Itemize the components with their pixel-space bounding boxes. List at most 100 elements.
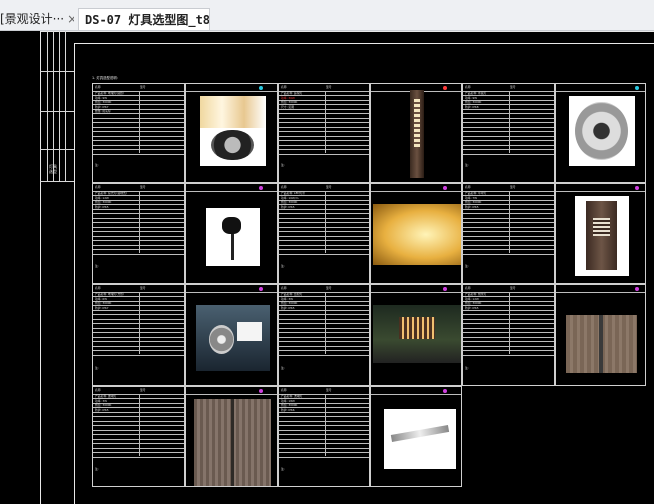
- table-row-rule: [93, 113, 184, 114]
- status-dot-icon: [259, 287, 263, 291]
- table-row-rule: [463, 153, 554, 155]
- table-header-cell: 名称: [465, 286, 471, 290]
- table-cell: 产品名称: 洗墙灯: [281, 394, 303, 398]
- table-row-rule: [93, 222, 184, 223]
- table-header-cell: 名称: [95, 185, 101, 189]
- table-row-rule: [279, 318, 369, 320]
- photo-panel: [555, 284, 646, 386]
- spot-light-photo: [205, 208, 260, 266]
- table-row-rule: [93, 438, 184, 440]
- table-row-rule: [279, 443, 369, 444]
- status-dot-icon: [443, 287, 447, 291]
- table-row-rule: [279, 117, 369, 119]
- table-cell: 色温: 3000K: [465, 200, 482, 204]
- table-row-rule: [279, 153, 369, 155]
- table-row-rule: [279, 131, 369, 132]
- table-row-rule: [93, 332, 184, 333]
- table-row-rule: [279, 217, 369, 219]
- table-row-rule: [279, 438, 369, 440]
- table-cell: 色温: 3000K: [95, 100, 112, 104]
- table-header-cell: 名称: [281, 286, 287, 290]
- table-row-rule: [279, 240, 369, 241]
- table-cell: 防护: IP65: [465, 204, 479, 209]
- table-row-rule: [93, 135, 184, 137]
- table-cell: 防护: IP65: [95, 407, 109, 412]
- table-header-cell: 名称: [465, 85, 471, 89]
- table-row-rule: [463, 309, 554, 311]
- table-row-rule: [93, 345, 184, 347]
- photo-header-rule: [186, 191, 277, 192]
- table-row-rule: [279, 149, 369, 150]
- table-row-rule: [463, 213, 554, 214]
- table-note: 注:: [465, 366, 469, 370]
- tab-ds07-active[interactable]: DS-07 灯具选型图_t8×: [78, 8, 210, 30]
- status-dot-icon: [443, 86, 447, 90]
- table-row-rule: [93, 411, 184, 413]
- tab-close-icon[interactable]: ×: [67, 12, 74, 26]
- table-row-rule: [279, 323, 369, 324]
- spec-table: 名称 型号 产品名称: 嵌墙灯 功率: 3W 色温: 3000K 防护: IP65 注:: [92, 386, 185, 487]
- table-header-cell: 型号: [510, 286, 516, 290]
- led-strip-photo: [373, 204, 461, 265]
- table-row-rule: [279, 309, 369, 311]
- table-row-rule: [279, 411, 369, 413]
- table-cell: 产品名称: 草坪灯: [465, 191, 487, 195]
- table-cell: 防护: IP65: [95, 204, 109, 209]
- table-cell: 产品名称: LED灯带: [281, 191, 306, 195]
- table-row-rule: [279, 345, 369, 347]
- table-header-cell: 名称: [281, 388, 287, 392]
- table-row-rule: [279, 456, 369, 458]
- status-dot-icon: [443, 389, 447, 393]
- photo-panel: [185, 386, 278, 487]
- table-header-cell: 型号: [510, 85, 516, 89]
- inground-square-light-photo: [195, 305, 270, 371]
- drawing-canvas[interactable]: 灯具选型 1. 灯具选型说明: 名称 型号 产品名称: 地埋灯(圆形) 功率: 9W 色…: [0, 31, 654, 504]
- table-row-rule: [463, 113, 554, 114]
- table-note: 注:: [95, 467, 99, 471]
- table-row-rule: [279, 208, 369, 210]
- tab-bar: [景观设计···× DS-07 灯具选型图_t8×: [0, 0, 654, 31]
- table-row-rule: [463, 226, 554, 228]
- table-cell: 数量: 按实际: [95, 109, 111, 113]
- status-dot-icon: [635, 86, 639, 90]
- photo-header-rule: [371, 394, 461, 395]
- table-row-rule: [463, 318, 554, 320]
- table-row-rule: [279, 336, 369, 338]
- table-note: 注:: [281, 467, 285, 471]
- photo-panel: [185, 284, 278, 386]
- table-row-rule: [463, 341, 554, 342]
- tab-landscape-design[interactable]: [景观设计··· ×: [0, 8, 74, 30]
- table-row-rule: [93, 420, 184, 422]
- table-row-rule: [93, 341, 184, 342]
- table-row-rule: [93, 323, 184, 324]
- table-row-rule: [463, 314, 554, 315]
- table-row-rule: [93, 122, 184, 123]
- tab-label: DS-07 灯具选型图_t8: [85, 13, 210, 27]
- table-cell: 防护: IP67: [95, 305, 109, 310]
- table-header-cell: 型号: [140, 286, 146, 290]
- table-cell: 色温: 3000K: [465, 301, 482, 305]
- spec-table: 名称 型号 产品名称: LED灯带 功率: 10W/m 色温: 3000K 防护: IP6…: [278, 183, 370, 284]
- table-row-rule: [279, 135, 369, 137]
- table-note: 注:: [281, 366, 285, 370]
- spec-table: 名称 型号 产品名称: 水底灯 功率: 9W 色温: 3000K 防护: IP68 注:: [462, 83, 555, 183]
- table-row-rule: [93, 117, 184, 119]
- status-dot-icon: [443, 186, 447, 190]
- table-header-cell: 型号: [140, 388, 146, 392]
- table-note: 注:: [465, 163, 469, 167]
- table-cell: 防护: IP65: [465, 305, 479, 310]
- side-label: 灯具选型: [49, 164, 57, 174]
- table-row-rule: [279, 140, 369, 141]
- table-row-rule: [93, 149, 184, 150]
- table-header-cell: 名称: [465, 185, 471, 189]
- photo-panel: [370, 183, 462, 284]
- table-row-rule: [93, 429, 184, 431]
- table-row-rule: [463, 217, 554, 219]
- table-row-rule: [93, 208, 184, 210]
- table-row-rule: [93, 452, 184, 453]
- table-row-rule: [93, 231, 184, 232]
- table-row-rule: [93, 354, 184, 356]
- table-row-rule: [93, 153, 184, 155]
- table-cell: 产品名称: 水底灯: [465, 91, 487, 95]
- table-note: 注:: [281, 264, 285, 268]
